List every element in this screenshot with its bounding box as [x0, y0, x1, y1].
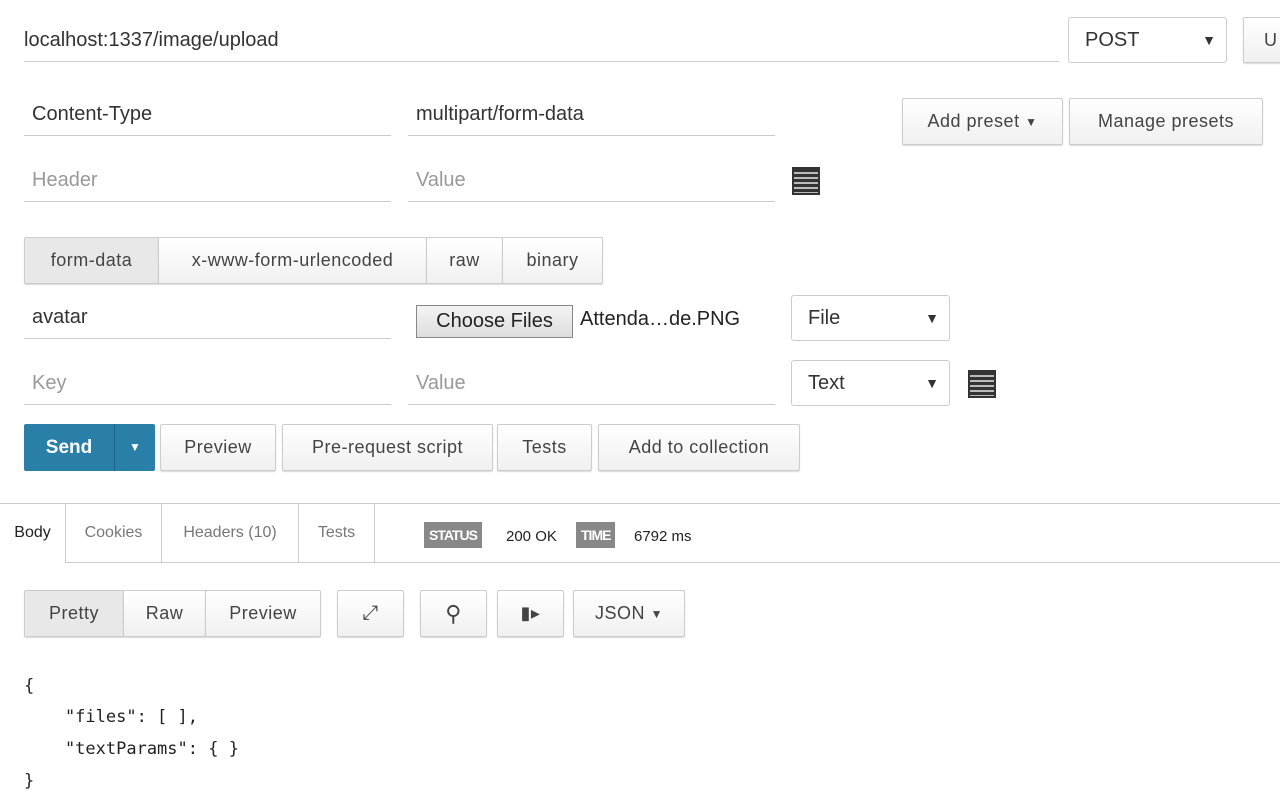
- method-value: POST: [1085, 29, 1140, 51]
- choose-files-button[interactable]: Choose Files: [416, 305, 573, 338]
- prerequest-script-button[interactable]: Pre-request script: [282, 424, 493, 471]
- format-select[interactable]: JSON ▼: [573, 590, 685, 637]
- manage-presets-button[interactable]: Manage presets: [1069, 98, 1263, 145]
- response-line: "files": [ ],: [24, 707, 198, 727]
- response-tab-headers[interactable]: Headers (10): [162, 504, 299, 562]
- url-input[interactable]: localhost:1337/image/upload: [24, 20, 1059, 62]
- wrap-lines-icon[interactable]: ▮▸: [497, 590, 564, 637]
- response-line: "textParams": { }: [24, 739, 239, 759]
- fullscreen-icon[interactable]: ⤢: [337, 590, 404, 637]
- response-tab-body[interactable]: Body: [0, 504, 66, 562]
- send-button[interactable]: Send: [24, 424, 114, 471]
- time-value: 6792 ms: [634, 528, 692, 545]
- status-value: 200 OK: [506, 528, 557, 545]
- caret-down-icon: ▼: [129, 440, 141, 454]
- chevron-down-icon: ▼: [925, 375, 939, 391]
- response-line: {: [24, 676, 35, 696]
- header-key-input[interactable]: Content-Type: [24, 94, 391, 136]
- status-badge: STATUS: [424, 522, 482, 548]
- time-badge: TIME: [576, 522, 616, 548]
- view-preview-button[interactable]: Preview: [205, 590, 321, 637]
- header-value-placeholder[interactable]: Value: [408, 160, 775, 202]
- tab-urlencoded[interactable]: x-www-form-urlencoded: [158, 237, 427, 284]
- send-options-button[interactable]: ▼: [114, 424, 155, 471]
- header-value-input[interactable]: multipart/form-data: [408, 94, 775, 136]
- add-preset-label: Add preset: [927, 111, 1020, 131]
- header-key-placeholder[interactable]: Header: [24, 160, 391, 202]
- bulk-edit-icon[interactable]: [792, 167, 820, 195]
- new-type-select[interactable]: Text ▼: [791, 360, 950, 406]
- bulk-edit-icon[interactable]: [968, 370, 996, 398]
- form-type-select[interactable]: File ▼: [791, 295, 950, 341]
- chevron-down-icon: ▼: [925, 310, 939, 326]
- method-select[interactable]: POST ▼: [1068, 17, 1227, 63]
- response-tab-tests[interactable]: Tests: [299, 504, 375, 562]
- response-tab-cookies[interactable]: Cookies: [66, 504, 162, 562]
- tests-button[interactable]: Tests: [497, 424, 592, 471]
- tab-binary[interactable]: binary: [502, 237, 603, 284]
- tab-form-data[interactable]: form-data: [24, 237, 159, 284]
- form-key-placeholder[interactable]: Key: [24, 363, 391, 405]
- add-to-collection-button[interactable]: Add to collection: [598, 424, 800, 471]
- form-key-input[interactable]: avatar: [24, 297, 391, 339]
- caret-down-icon: ▼: [650, 606, 663, 621]
- response-line: }: [24, 771, 35, 791]
- view-pretty-button[interactable]: Pretty: [24, 590, 124, 637]
- format-value: JSON: [595, 603, 646, 623]
- tab-raw[interactable]: raw: [426, 237, 503, 284]
- url-params-button[interactable]: U: [1243, 17, 1280, 63]
- new-type-value: Text: [808, 372, 845, 394]
- divider: [65, 562, 1280, 563]
- search-icon[interactable]: ⚲: [420, 590, 487, 637]
- preview-button[interactable]: Preview: [160, 424, 276, 471]
- form-type-value: File: [808, 307, 841, 329]
- view-raw-button[interactable]: Raw: [123, 590, 206, 637]
- file-name: Attenda…de.PNG: [580, 308, 741, 330]
- form-value-placeholder[interactable]: Value: [408, 363, 775, 405]
- caret-down-icon: ▼: [1025, 114, 1038, 129]
- chevron-down-icon: ▼: [1202, 32, 1216, 48]
- add-preset-button[interactable]: Add preset ▼: [902, 98, 1063, 145]
